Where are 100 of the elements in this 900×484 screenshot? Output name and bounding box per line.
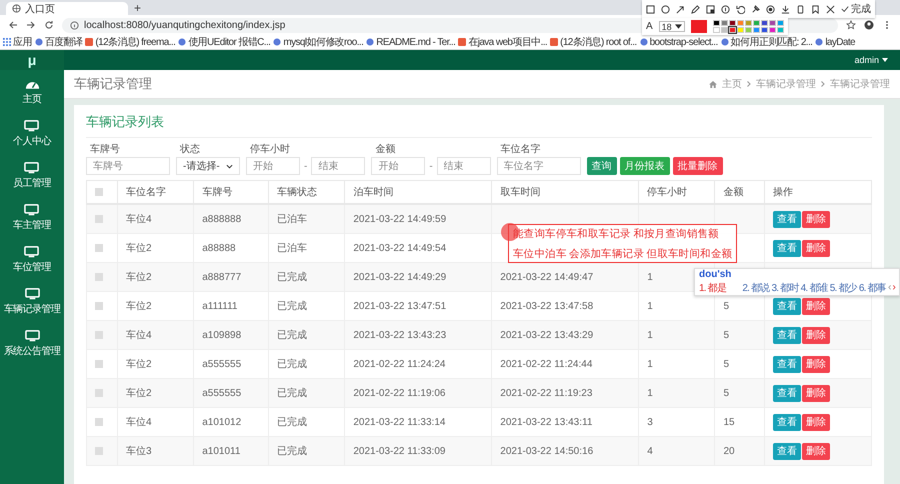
table-cell: 车位2 [126,272,152,283]
breadcrumb-link[interactable]: 主页 [722,77,742,91]
table-cell: 2021-03-22 14:49:47 [500,272,594,282]
bookmark[interactable]: (12条消息) root of... [550,35,637,49]
sidebar-item[interactable]: 车位管理 [13,238,51,280]
row-action-button[interactable]: 查看 [773,384,801,402]
sidebar-item[interactable]: 员工管理 [13,154,51,196]
user-menu[interactable]: admin [854,55,888,65]
input-field[interactable]: 开始 [246,157,300,175]
ime-candidate[interactable]: 2. 都说 [742,280,770,295]
table-cell: 2021-03-22 13:43:29 [500,330,594,340]
row-action-button[interactable]: 删除 [802,442,830,460]
bookmark[interactable]: 应用 [3,35,32,49]
table-cell: 1 [647,358,653,370]
bookmark[interactable]: 在java web项目中... [458,35,548,49]
input-field[interactable]: 结束 [436,157,491,175]
bookmark[interactable]: bootstrap-select... [640,36,718,48]
row-action-button[interactable]: 查看 [773,298,801,314]
filter-button[interactable]: 查询 [586,157,617,175]
bookmark[interactable]: 百度翻译 [34,35,82,49]
sidebar-item[interactable]: 个人中心 [13,112,51,154]
previous-page-button[interactable]: ‹ [888,282,890,294]
table-cell: 1 [647,272,653,282]
table-cell: 1 [647,330,653,340]
table-cell: 2021-02-22 11:19:06 [353,388,446,398]
table-cell: 15 [723,416,735,428]
table-cell: 2021-03-22 13:47:58 [500,300,594,312]
sidebar-item[interactable]: 系统公告管理 [4,322,60,364]
table-cell: a88888 [202,242,236,254]
bookmark[interactable]: README.md - Ter... [366,36,456,48]
column-header: 金额 [723,187,744,198]
row-action-button[interactable]: 删除 [802,414,830,430]
logo: μ [0,50,64,70]
filter-label: 停车小时 [249,142,291,156]
column-header: 停车小时 [647,187,688,198]
row-action-button[interactable]: 查看 [773,442,801,460]
range-separator: - [304,160,308,172]
sidebar-item[interactable]: 车主管理 [13,196,51,238]
bookmark[interactable]: 使用UEditor 报错C... [178,35,270,49]
table-cell: 2021-03-22 13:43:23 [353,330,446,340]
table-cell: a111111 [202,300,238,312]
table-cell: 2021-03-22 13:47:51 [353,300,446,312]
filter-button[interactable]: 月份报表 [620,157,670,175]
breadcrumb-link[interactable]: 车辆记录管理 [756,77,816,91]
table-cell: 2021-03-22 11:33:09 [353,446,446,456]
table-cell: 已完成 [277,388,308,399]
ime-composition-text: dou'sh [699,269,732,280]
table-cell: 车位2 [126,388,152,399]
input-field[interactable]: 开始 [371,157,426,175]
table-cell: 2021-03-22 11:33:14 [353,416,446,428]
ime-candidate[interactable]: 6. 都事 [858,280,886,295]
row-action-button[interactable]: 删除 [802,210,830,228]
table-cell: 4 [647,446,653,456]
table-cell: 车位2 [126,301,152,312]
row-action-button[interactable]: 查看 [773,210,801,228]
row-action-button[interactable]: 删除 [802,240,830,256]
bookmark[interactable]: layDate [815,36,856,48]
bookmark[interactable]: (12条消息) freema... [85,35,176,49]
next-page-button[interactable]: › [892,282,895,294]
input-field[interactable]: 车牌号 [86,157,170,175]
table-cell: 5 [723,300,730,312]
table-cell: a101012 [202,416,242,428]
table-cell: a555555 [202,358,242,370]
table-cell: 5 [723,388,730,398]
sidebar-item[interactable]: 主页 [22,70,42,112]
row-action-button[interactable]: 删除 [802,356,830,372]
new-tab-button[interactable]: + [134,2,142,15]
row-action-button[interactable]: 删除 [802,384,830,402]
sidebar-item[interactable]: 车辆记录管理 [4,280,60,322]
table-cell: 已完成 [277,301,308,312]
browser-tab[interactable]: 入口页 [6,2,128,15]
table-cell: 车位4 [126,330,152,341]
ime-candidate[interactable]: 5. 都少 [830,280,857,295]
filter-label: 车位名字 [500,142,542,156]
column-header: 车辆状态 [277,187,318,198]
breadcrumb-link[interactable]: 车辆记录管理 [830,77,890,91]
annotation-text: 车位中泊车 会添加车辆记录 但取车时间和金额 [513,247,732,261]
filter-label: 状态 [179,142,201,156]
input-field[interactable]: 车位名字 [496,157,581,175]
table-cell: 2021-03-22 14:49:59 [353,214,446,224]
table-cell: a555555 [202,388,242,398]
table-cell: 3 [647,416,653,428]
row-action-button[interactable]: 查看 [773,326,801,344]
table-cell: 已泊车 [277,214,308,225]
bookmark[interactable]: 如何用正则匹配: 2... [720,35,812,49]
card-title: 车辆记录列表 [86,111,872,138]
ime-candidate[interactable]: 4. 都谁 [800,280,828,295]
row-action-button[interactable]: 删除 [802,326,830,344]
done-button[interactable]: 完成 [841,2,871,16]
ime-candidate[interactable]: 1. 都是 [699,280,740,295]
input-field[interactable]: 结束 [311,157,366,175]
row-action-button[interactable]: 查看 [773,414,801,430]
bookmark[interactable]: mysql如何修改roo... [273,35,364,49]
row-action-button[interactable]: 查看 [773,356,801,372]
filter-button[interactable]: 批量删除 [672,157,723,175]
row-action-button[interactable]: 查看 [773,240,801,256]
ime-candidate[interactable]: 3. 都时 [771,280,799,295]
status-dropdown[interactable]: -请选择- [176,157,240,175]
font-size-dropdown[interactable]: 18 [658,21,685,32]
row-action-button[interactable]: 删除 [802,298,830,314]
